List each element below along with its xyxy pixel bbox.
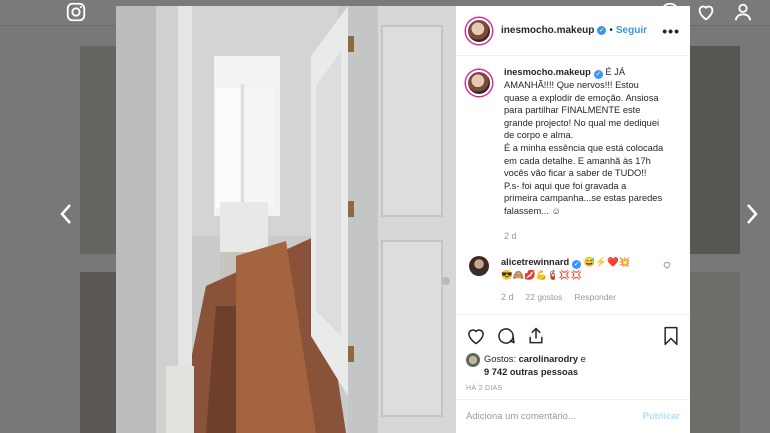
more-options-icon[interactable]: ••• (662, 23, 680, 39)
comment-like-heart-icon[interactable] (662, 260, 672, 270)
caption-line: inesmocho.makeup ✓ É JÁ (504, 66, 674, 79)
chevron-right-icon[interactable] (745, 203, 759, 225)
caption-body: inesmocho.makeup ✓ É JÁ AMANHÃ!!!! Que ne… (504, 66, 674, 242)
likes-summary: Gostos: carolinarodry e 9 742 outras pes… (466, 353, 680, 379)
liker-username[interactable]: carolinarodry (519, 354, 578, 364)
explore-icon[interactable] (659, 1, 681, 23)
instagram-logo-icon[interactable] (65, 1, 87, 23)
likes-prefix: Gostos: (484, 354, 517, 364)
caption-text: É JÁ (605, 67, 626, 77)
caption-age[interactable]: 2 d (504, 230, 674, 243)
post-timestamp[interactable]: HÁ 2 DIAS (466, 385, 680, 392)
caption: inesmocho.makeup ✓ É JÁ AMANHÃ!!!! Que ne… (466, 66, 680, 242)
follow-button[interactable]: Seguir (616, 25, 647, 36)
verified-badge-icon: ✓ (597, 26, 607, 35)
caption-line: quase a explodir de emoção. Ansiosa (504, 92, 659, 103)
caption-avatar[interactable] (466, 70, 492, 96)
verified-badge-icon: ✓ (572, 260, 582, 270)
separator: • (609, 25, 613, 36)
comment-meta: 2 d 22 gostos Responder (501, 292, 680, 302)
caption-line: vocês vão ficar a saber de TUDO!! (504, 168, 647, 179)
comment-age[interactable]: 2 d (501, 292, 514, 302)
action-bar (466, 325, 680, 347)
comment-body: alicetrewinnard ✓ 😅⚡❤️💥 😎🙈💋💪🧯💢💢 (501, 256, 630, 282)
caption-line: para partilhar FINALMENTE este (504, 105, 641, 116)
likes-connector: e (580, 354, 586, 364)
post-actions: Gostos: carolinarodry e 9 742 outras pes… (456, 314, 690, 392)
add-comment-bar: Publicar (456, 399, 690, 433)
bookmark-icon[interactable] (662, 326, 680, 346)
chevron-left-icon[interactable] (59, 203, 73, 225)
caption-line: É a minha essência que está colocada (504, 142, 664, 153)
publish-button[interactable]: Publicar (643, 411, 681, 422)
comment-avatar[interactable] (469, 256, 489, 277)
caption-line: primeira campanha...se estas paredes (504, 193, 663, 204)
caption-username[interactable]: inesmocho.makeup (504, 67, 591, 77)
heart-icon[interactable] (466, 326, 486, 346)
post-header: inesmocho.makeup ✓ • Seguir ••• (456, 6, 690, 56)
caption-line: de corpo e alma. (504, 130, 574, 141)
comment-username[interactable]: alicetrewinnard (501, 257, 569, 267)
likes-others[interactable]: 9 742 outras pessoas (484, 367, 578, 377)
comment-emoji-line: 😎🙈💋💪🧯💢💢 (501, 270, 583, 281)
caption-line: falassem... ☺ (504, 205, 562, 216)
reply-button[interactable]: Responder (574, 292, 616, 302)
caption-line: em cada detalhe. E amanhã às 17h (504, 155, 651, 166)
caption-line: P.s- foi aqui que foi gravada a (504, 180, 627, 191)
comment-icon[interactable] (496, 326, 516, 346)
caption-line: AMANHÃ!!!! Que nervos!!! Estou (504, 80, 639, 90)
header-username[interactable]: inesmocho.makeup (501, 25, 594, 36)
share-icon[interactable] (526, 326, 546, 346)
comment-emoji-line: 😅⚡❤️💥 (583, 257, 631, 268)
post-photo[interactable] (116, 6, 456, 433)
post-side-panel: inesmocho.makeup ✓ • Seguir ••• inesmoch… (456, 6, 690, 433)
caption-line: grande projecto! No qual me dediquei (504, 117, 660, 128)
verified-badge-icon: ✓ (593, 70, 603, 79)
profile-icon[interactable] (732, 1, 754, 23)
comments-section: inesmocho.makeup ✓ É JÁ AMANHÃ!!!! Que ne… (456, 66, 690, 314)
liker-avatar[interactable] (466, 353, 480, 367)
comment-likes[interactable]: 22 gostos (526, 292, 563, 302)
comment-row: alicetrewinnard ✓ 😅⚡❤️💥 😎🙈💋💪🧯💢💢 (466, 256, 680, 282)
activity-heart-icon[interactable] (695, 1, 717, 23)
comment-input[interactable] (466, 411, 643, 422)
avatar[interactable] (466, 17, 492, 44)
